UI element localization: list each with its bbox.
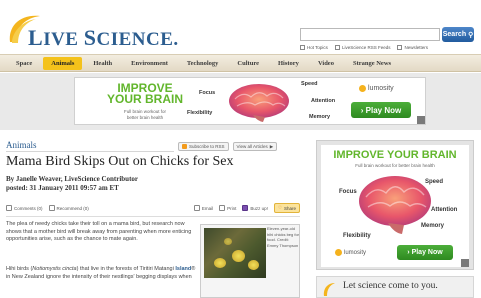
sidebar-label-speed: Speed	[425, 179, 444, 185]
island-link[interactable]: Island	[175, 266, 191, 272]
checkbox-icon	[334, 44, 340, 50]
photo-caption: Eleven-year-old hihi chicks beg for food…	[267, 226, 300, 248]
article-paragraph-1: The plea of needy chicks take their toll…	[6, 221, 192, 242]
banner-label-memory: Memory	[309, 114, 331, 120]
rss-feeds-label: LiveScience RSS Feeds	[341, 44, 391, 50]
banner-label-speed: Speed	[301, 81, 318, 87]
promo-text: Let science come to you.	[343, 281, 438, 291]
chicks-photo[interactable]	[204, 228, 266, 278]
posted-date: posted: 31 January 2011 09:57 am ET	[6, 184, 119, 192]
sidebar-label-attention: Attention	[431, 207, 458, 213]
rss-icon	[182, 144, 187, 149]
sidebar-ad-inner: IMPROVE YOUR BRAIN Full brain workout fo…	[321, 145, 469, 267]
nav-item-animals[interactable]: Animals	[43, 56, 83, 70]
sidebar-ad-subtext: Full brain workout for better brain heal…	[355, 163, 435, 168]
nav-item-technology[interactable]: Technology	[179, 57, 227, 70]
search-button[interactable]: Search ⚲	[442, 27, 474, 42]
arrow-circle-icon: ▶	[269, 143, 274, 149]
header-links: Hot Topics LiveScience RSS Feeds Newslet…	[300, 43, 428, 51]
checkbox-icon	[397, 44, 403, 50]
banner-label-flexibility: Flexibility	[187, 110, 213, 116]
sidebar-label-focus: Focus	[339, 189, 357, 195]
banner-subtext: Full brain workout for better brain heal…	[123, 109, 167, 120]
print-link[interactable]: Print	[219, 205, 236, 211]
thumbs-up-icon	[48, 205, 55, 211]
nav-item-space[interactable]: Space	[8, 57, 40, 70]
search-icon: ⚲	[468, 31, 474, 39]
article-top-buttons: Subscribe to RSS View all Articles ▶	[178, 142, 278, 151]
play-now-button[interactable]: › Play Now	[351, 102, 411, 118]
science-promo[interactable]: Let science come to you.	[316, 276, 474, 298]
buzz-icon	[242, 205, 249, 211]
lumosity-logo-icon	[335, 249, 342, 256]
comments-link[interactable]: Comments (0)	[6, 205, 43, 211]
main-nav: Space Animals Health Environment Technol…	[0, 54, 481, 72]
nav-item-culture[interactable]: Culture	[229, 57, 267, 70]
sidebar-play-now-button[interactable]: › Play Now	[397, 245, 453, 260]
nav-item-video[interactable]: Video	[310, 57, 342, 70]
search-button-label: Search	[442, 31, 467, 38]
nav-item-health[interactable]: Health	[85, 57, 120, 70]
sidebar-label-flexibility: Flexibility	[343, 233, 371, 239]
lumosity-brand: lumosity	[335, 249, 366, 256]
subscribe-rss-button[interactable]: Subscribe to RSS	[178, 142, 229, 151]
banner-label-focus: Focus	[199, 90, 216, 96]
nav-item-strange-news[interactable]: Strange News	[345, 57, 399, 70]
rss-feeds-link[interactable]: LiveScience RSS Feeds	[334, 44, 391, 50]
nav-item-history[interactable]: History	[270, 57, 307, 70]
share-button[interactable]: ♡ Share	[273, 203, 300, 213]
email-link[interactable]: Email	[193, 205, 213, 211]
newsletters-label: Newsletters	[404, 44, 428, 50]
site-header: LIVE SCIENCE. Search ⚲ Hot Topics LiveSc…	[0, 0, 481, 54]
section-divider	[6, 151, 174, 152]
site-logo[interactable]: LIVE SCIENCE.	[6, 12, 178, 50]
envelope-icon	[193, 205, 200, 211]
banner-ad-area: IMPROVE YOUR BRAIN Full brain workout fo…	[0, 73, 481, 130]
search-input[interactable]	[300, 28, 440, 41]
article-tools: Comments (0) Recommend (0) Email Print B…	[6, 202, 300, 214]
brain-icon	[229, 84, 289, 122]
banner-label-attention: Attention	[311, 98, 336, 104]
hot-topics-link[interactable]: Hot Topics	[300, 44, 328, 50]
tools-divider	[6, 216, 300, 217]
ad-info-icon[interactable]	[461, 259, 469, 267]
checkbox-icon	[300, 44, 305, 50]
section-heading[interactable]: Animals	[6, 140, 174, 152]
lumosity-logo-icon	[359, 85, 366, 92]
sidebar-ad[interactable]: IMPROVE YOUR BRAIN Full brain workout fo…	[316, 140, 474, 270]
heart-icon: ♡	[277, 205, 282, 210]
recommend-link[interactable]: Recommend (0)	[48, 205, 89, 211]
nav-item-environment[interactable]: Environment	[123, 57, 176, 70]
ad-info-icon[interactable]	[417, 116, 425, 124]
view-all-articles-button[interactable]: View all Articles ▶	[232, 142, 278, 151]
article-title: Mama Bird Skips Out on Chicks for Sex	[6, 154, 234, 169]
comment-icon	[6, 205, 12, 211]
author-line: By Janelle Weaver, LiveScience Contribut…	[6, 175, 139, 183]
article-paragraph-2: Hihi birds (Notiomystis cincta) that liv…	[6, 266, 196, 280]
printer-icon	[219, 205, 226, 211]
logo-wordmark: LIVE SCIENCE.	[28, 25, 179, 50]
article-byline: By Janelle Weaver, LiveScience Contribut…	[6, 175, 138, 193]
banner-ad[interactable]: IMPROVE YOUR BRAIN Full brain workout fo…	[74, 77, 426, 125]
banner-headline: IMPROVE YOUR BRAIN	[106, 81, 183, 106]
sidebar-label-memory: Memory	[421, 223, 445, 229]
newsletters-link[interactable]: Newsletters	[397, 44, 428, 50]
sidebar-ad-title: IMPROVE YOUR BRAIN	[333, 149, 457, 161]
lumosity-brand: lumosity	[359, 85, 394, 92]
hot-topics-label: Hot Topics	[307, 44, 328, 50]
promo-swoosh-icon	[323, 283, 335, 296]
buzz-up-link[interactable]: Buzz up!	[242, 205, 268, 211]
